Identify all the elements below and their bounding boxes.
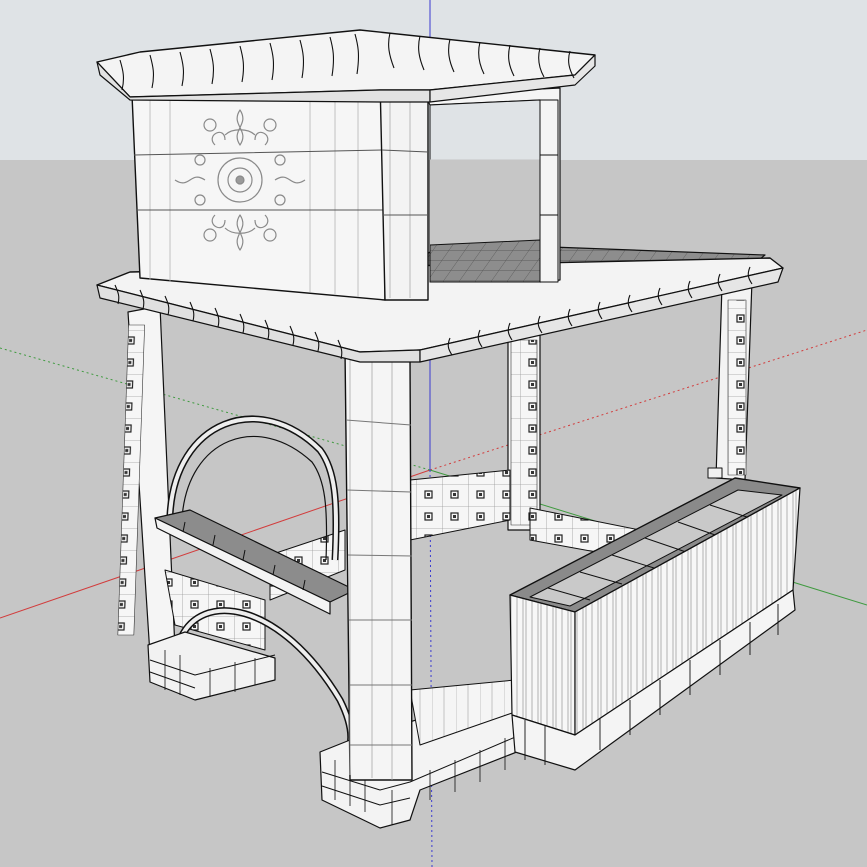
back-middle-column [507, 327, 541, 531]
upper-room-corner-pillar [379, 79, 429, 301]
scene-canvas[interactable] [0, 0, 867, 867]
front-left-column [344, 349, 413, 781]
modeling-viewport[interactable] [0, 0, 867, 867]
right-column-bracket [707, 467, 723, 479]
upper-room [131, 79, 561, 301]
back-right-column [715, 279, 753, 481]
